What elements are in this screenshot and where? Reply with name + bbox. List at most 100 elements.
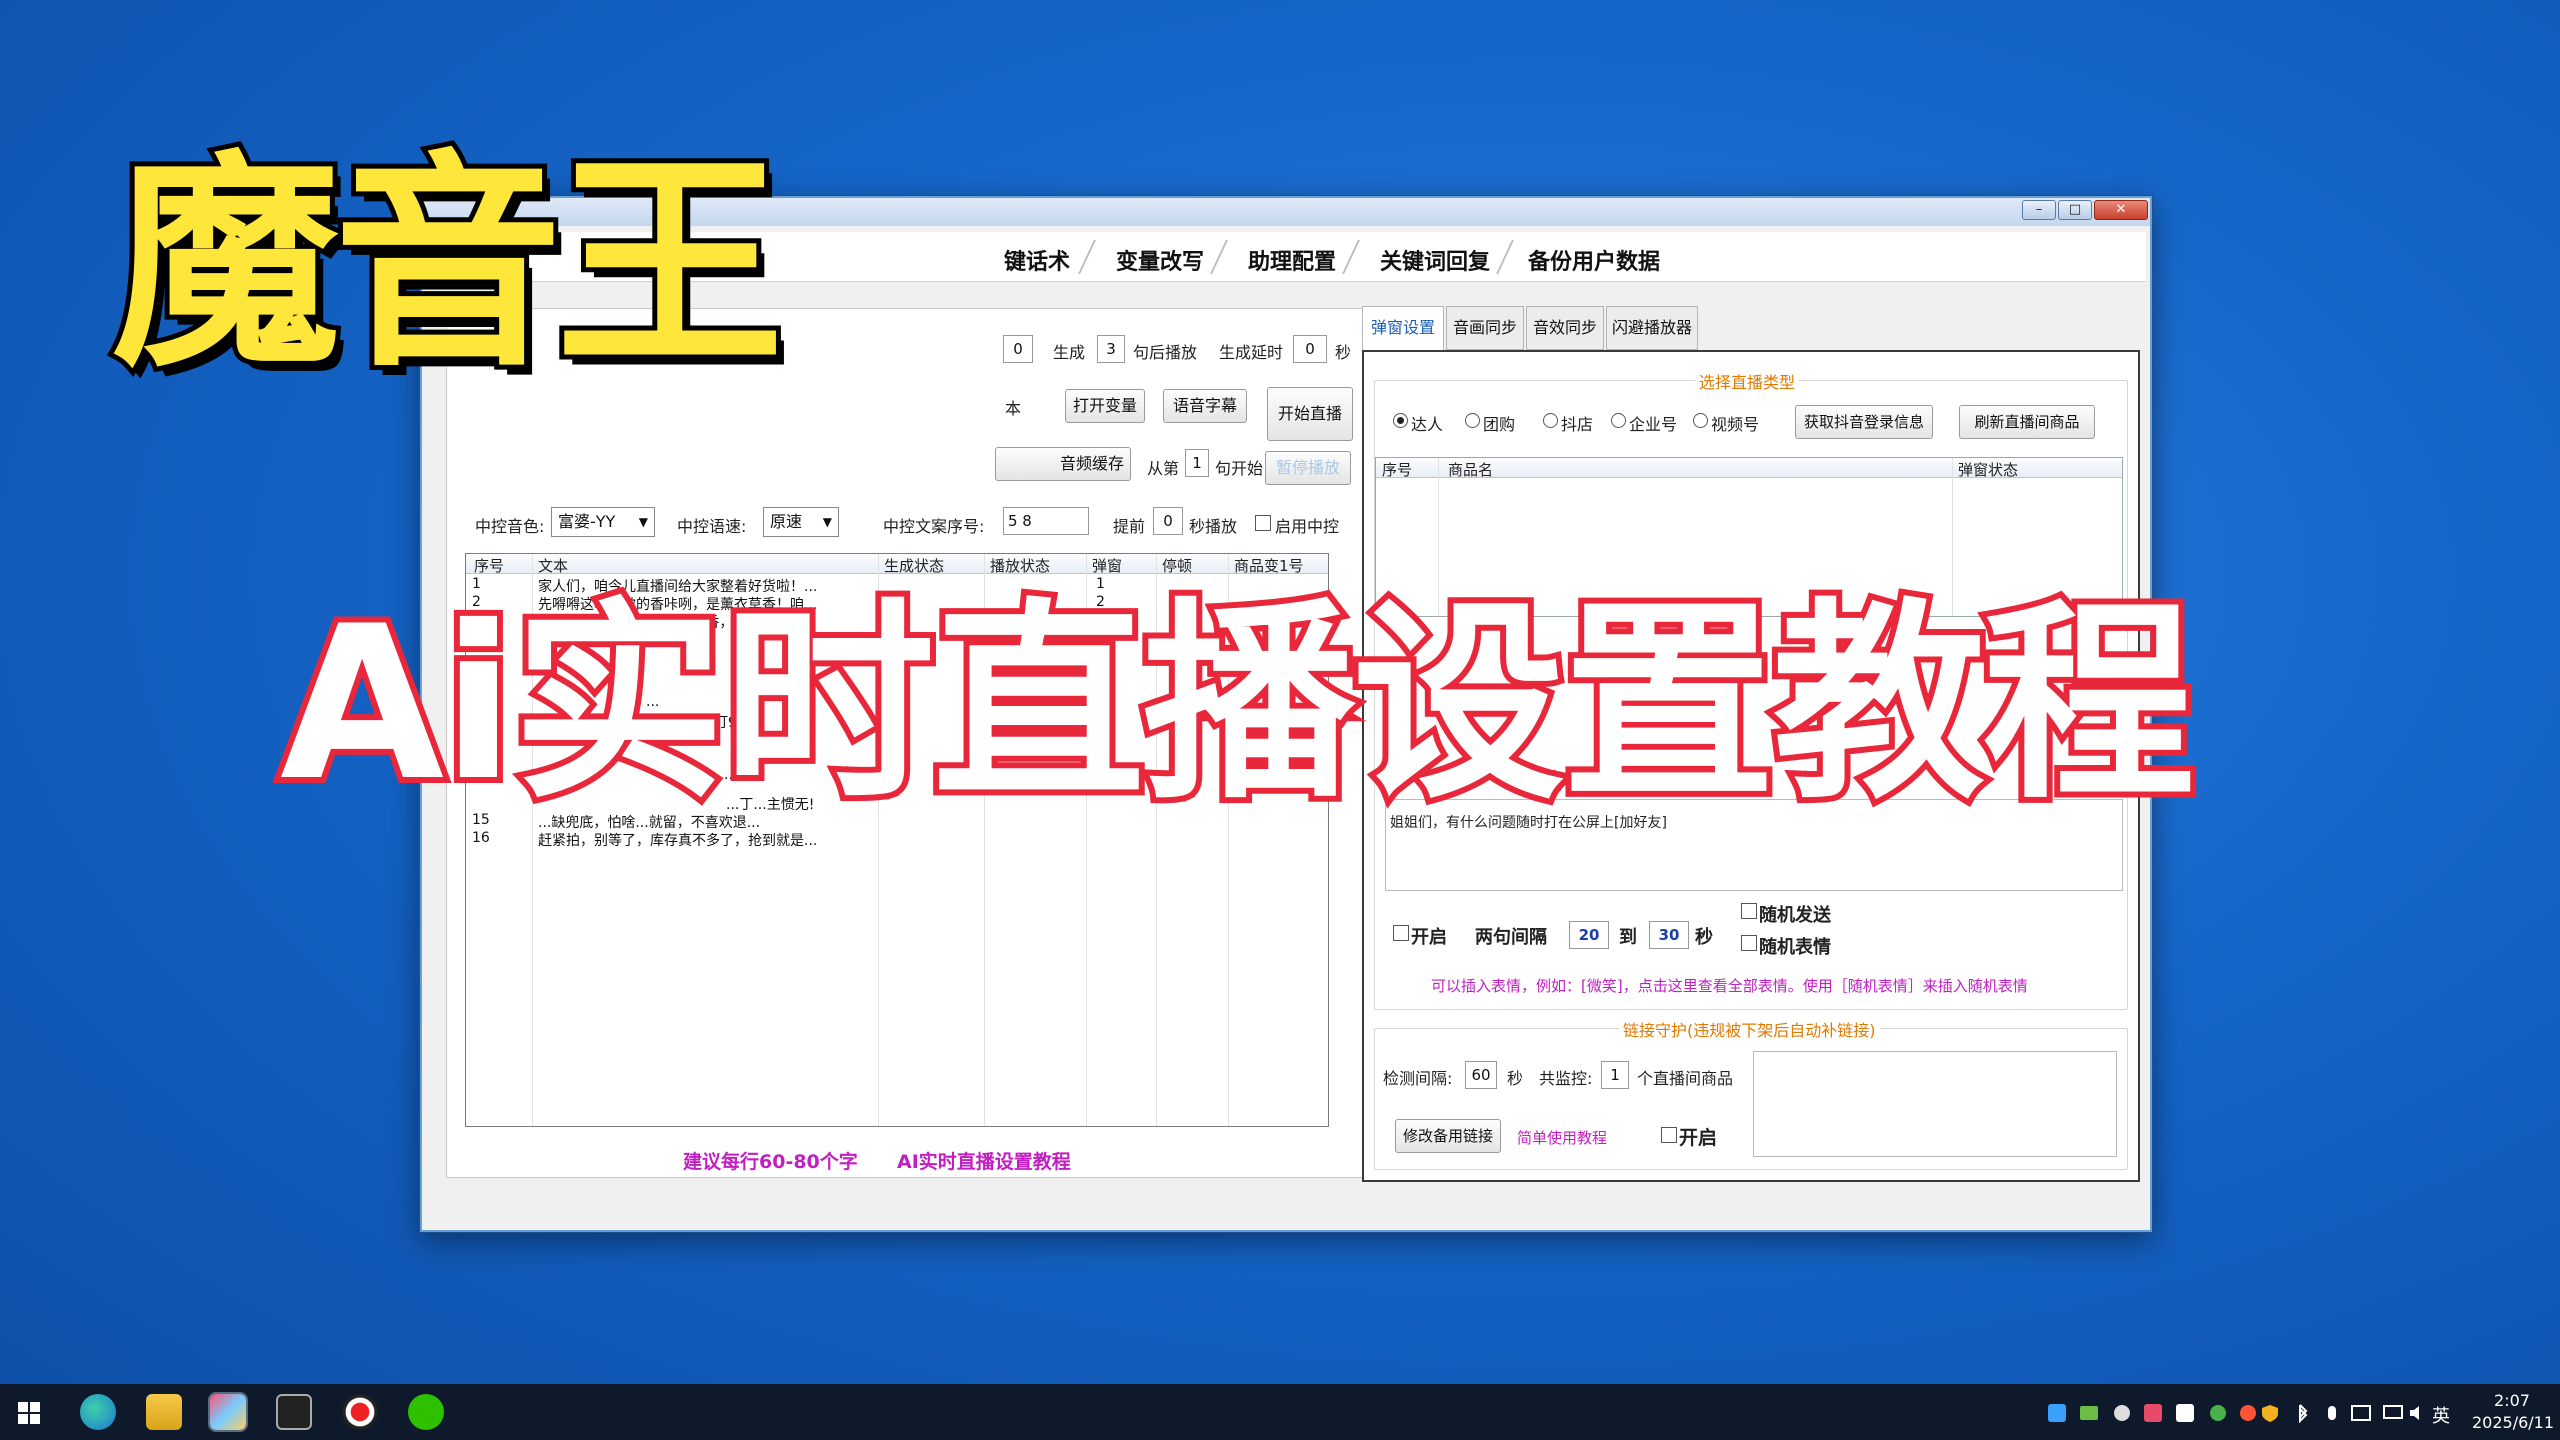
control-seq-label: 中控文案序号: xyxy=(883,517,985,536)
audio-cache-button[interactable]: 音频缓存 xyxy=(995,447,1131,481)
control-speed-label: 中控语速: xyxy=(677,517,747,536)
emoji-hint-link[interactable]: 可以插入表情，例如：[微笑]，点击这里查看全部表情。使用［随机表情］来插入随机表… xyxy=(1431,975,2028,996)
edit-backup-link-button[interactable]: 修改备用链接 xyxy=(1395,1119,1501,1153)
row-no: 16 xyxy=(472,830,490,846)
after-play-label: 句后播放 xyxy=(1133,343,1198,362)
interval-min-field[interactable]: 20 xyxy=(1569,921,1609,949)
radio-creator-label: 达人 xyxy=(1411,415,1444,434)
interval-max-field[interactable]: 30 xyxy=(1649,921,1689,949)
row-text: 赶紧拍，别等了，库存真不多了，抢到就是... xyxy=(538,833,818,849)
minimize-button[interactable]: – xyxy=(2022,200,2056,220)
auto-send-checkbox[interactable] xyxy=(1393,925,1409,941)
check-interval-label: 检测间隔: xyxy=(1383,1069,1453,1088)
random-send-checkbox[interactable] xyxy=(1741,903,1757,919)
radio-channels[interactable] xyxy=(1693,413,1708,428)
menu-separator xyxy=(1342,240,1360,274)
sec-label: 秒 xyxy=(1507,1069,1524,1088)
wechat-icon[interactable] xyxy=(408,1394,444,1430)
partial-text-label: 本 xyxy=(1005,399,1022,418)
menu-variable-rewrite[interactable]: 变量改写 xyxy=(1116,244,1204,276)
menu-separator xyxy=(1210,240,1228,274)
start-live-button[interactable]: 开始直播 xyxy=(1267,387,1353,441)
radio-group-buy-label: 团购 xyxy=(1483,415,1516,434)
get-login-info-button[interactable]: 获取抖音登录信息 xyxy=(1795,405,1933,439)
link-guard-title: 链接守护(违规被下架后自动补链接) xyxy=(1619,1017,1880,1041)
file-explorer-icon[interactable] xyxy=(146,1394,182,1430)
maximize-button[interactable]: □ xyxy=(2058,200,2092,220)
ahead-field[interactable]: 0 xyxy=(1153,507,1183,535)
control-speed-select[interactable]: 原速 ▼ xyxy=(763,507,839,537)
app-logo-icon[interactable] xyxy=(208,1392,248,1432)
clock-date: 2025/6/11 xyxy=(2472,1413,2555,1432)
table-row[interactable]: 16 赶紧拍，别等了，库存真不多了，抢到就是... xyxy=(466,830,1328,849)
menu-assistant-config[interactable]: 助理配置 xyxy=(1248,244,1336,276)
close-button[interactable]: ✕ xyxy=(2094,200,2148,220)
radio-channels-label: 视频号 xyxy=(1711,415,1760,434)
tab-evade-player[interactable]: 闪避播放器 xyxy=(1606,306,1698,350)
tab-sfx-sync[interactable]: 音效同步 xyxy=(1526,306,1604,350)
input-language[interactable]: 英 xyxy=(2432,1402,2450,1428)
taskbar: 英 2:07 2025/6/11 xyxy=(0,1384,2560,1440)
hint-chars-per-line: 建议每行60-80个字 xyxy=(683,1151,858,1173)
col-product: 商品变1号 xyxy=(1234,557,1304,575)
gen-delay-label: 生成延时 xyxy=(1219,343,1284,362)
clock[interactable]: 2:07 2025/6/11 xyxy=(2472,1390,2555,1434)
ahead-unit-label: 秒播放 xyxy=(1189,517,1238,536)
overlay-title: 魔音王 xyxy=(107,131,789,397)
edge-icon[interactable] xyxy=(80,1394,116,1430)
random-emoji-checkbox[interactable] xyxy=(1741,935,1757,951)
monitor-unit-label: 个直播间商品 xyxy=(1637,1069,1734,1088)
from-line-field[interactable]: 1 xyxy=(1185,449,1209,477)
col-gen-status: 生成状态 xyxy=(884,557,945,575)
simple-tutorial-link[interactable]: 简单使用教程 xyxy=(1517,1127,1607,1148)
control-voice-label: 中控音色: xyxy=(475,517,545,536)
live-type-title: 选择直播类型 xyxy=(1695,369,1800,393)
windows-start-icon[interactable] xyxy=(18,1402,40,1424)
interval-label: 两句间隔 xyxy=(1475,927,1547,948)
open-variable-button[interactable]: 打开变量 xyxy=(1065,389,1145,423)
record-icon[interactable] xyxy=(342,1394,378,1430)
hint-tutorial: AI实时直播设置教程 xyxy=(897,1151,1071,1173)
menu-script[interactable]: 键话术 xyxy=(1004,244,1070,276)
sec-label: 秒 xyxy=(1695,927,1713,948)
guard-open-checkbox[interactable] xyxy=(1661,1127,1677,1143)
random-emoji-label: 随机表情 xyxy=(1759,937,1831,958)
pause-button[interactable]: 暂停播放 xyxy=(1265,451,1351,485)
radio-group-buy[interactable] xyxy=(1465,413,1480,428)
enable-control-checkbox[interactable] xyxy=(1255,515,1271,531)
to-label: 到 xyxy=(1619,927,1637,948)
col-no: 序号 xyxy=(474,557,505,575)
control-voice-select[interactable]: 富婆-YY ▼ xyxy=(551,507,655,537)
partial-number-field[interactable]: 0 xyxy=(1003,335,1033,363)
control-voice-value: 富婆-YY xyxy=(558,512,616,531)
voice-subtitle-button[interactable]: 语音字幕 xyxy=(1163,389,1247,423)
monitor-count-field[interactable]: 1 xyxy=(1601,1061,1629,1089)
guard-log-box[interactable] xyxy=(1753,1051,2117,1157)
gen-delay-field[interactable]: 0 xyxy=(1293,335,1327,363)
tab-popup-settings[interactable]: 弹窗设置 xyxy=(1362,306,1444,352)
chevron-down-icon: ▼ xyxy=(638,515,648,529)
col-popup: 弹窗 xyxy=(1092,557,1123,575)
menu-keyword-reply[interactable]: 关键词回复 xyxy=(1380,244,1490,276)
radio-douyin-store[interactable] xyxy=(1543,413,1558,428)
radio-douyin-store-label: 抖店 xyxy=(1561,415,1594,434)
col-play-status: 播放状态 xyxy=(990,557,1051,575)
ahead-label: 提前 xyxy=(1113,517,1146,536)
tray-icons[interactable] xyxy=(2048,1402,2428,1429)
start-from-label: 句开始 xyxy=(1215,459,1264,478)
overlay-subtitle: Ai实时直播设置教程 xyxy=(274,580,2201,827)
terminal-icon[interactable] xyxy=(276,1394,312,1430)
col-pause: 停顿 xyxy=(1162,557,1193,575)
radio-enterprise[interactable] xyxy=(1611,413,1626,428)
control-seq-field[interactable]: 5 8 xyxy=(1003,507,1089,535)
menu-separator xyxy=(1496,240,1514,274)
gen-count-field[interactable]: 3 xyxy=(1097,335,1125,363)
guard-open-label: 开启 xyxy=(1679,1127,1718,1149)
col-no: 序号 xyxy=(1382,461,1413,479)
tab-av-sync[interactable]: 音画同步 xyxy=(1446,306,1524,350)
enable-control-label: 启用中控 xyxy=(1275,517,1340,536)
radio-creator[interactable] xyxy=(1393,413,1408,428)
refresh-products-button[interactable]: 刷新直播间商品 xyxy=(1959,405,2095,439)
menu-backup-data[interactable]: 备份用户数据 xyxy=(1528,244,1660,276)
check-interval-field[interactable]: 60 xyxy=(1465,1061,1497,1089)
